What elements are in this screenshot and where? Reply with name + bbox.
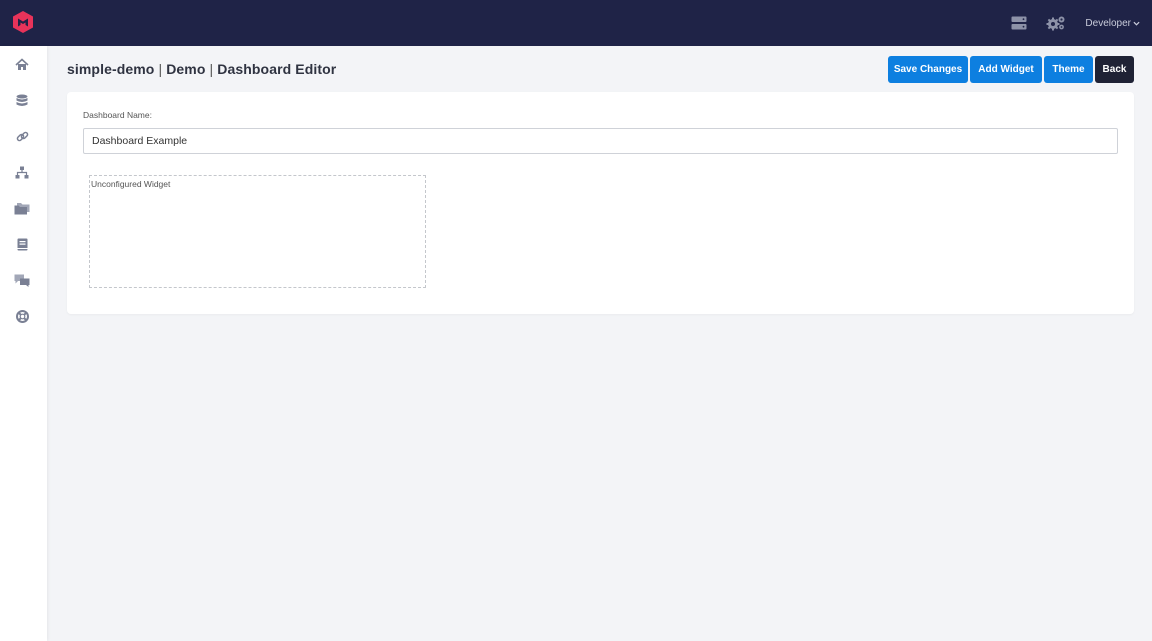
title-app: Demo (166, 61, 206, 77)
theme-button[interactable]: Theme (1044, 56, 1093, 83)
lifebuoy-icon (15, 309, 29, 323)
back-button[interactable]: Back (1095, 56, 1134, 83)
link-icon (16, 131, 28, 141)
sidebar-item-folders[interactable] (14, 200, 30, 216)
page-title: simple-demo | Demo | Dashboard Editor (67, 61, 336, 77)
dashboard-name-label: Dashboard Name: (83, 110, 152, 120)
database-icon (16, 94, 28, 106)
sidebar-item-home[interactable] (14, 56, 30, 72)
widget-title: Unconfigured Widget (91, 179, 171, 189)
sidebar-item-database[interactable] (14, 92, 30, 108)
servers-icon[interactable] (1011, 15, 1027, 31)
save-changes-button[interactable]: Save Changes (888, 56, 968, 83)
brand-logo[interactable] (11, 10, 35, 34)
user-menu-label: Developer (1085, 17, 1131, 29)
dashboard-name-input[interactable] (83, 128, 1118, 154)
sidebar-item-network[interactable] (14, 164, 30, 180)
sidebar-item-connections[interactable] (14, 128, 30, 144)
dashboard-editor-card: Dashboard Name: Unconfigured Widget (67, 92, 1134, 314)
widget-placeholder[interactable]: Unconfigured Widget (89, 175, 426, 288)
title-project: simple-demo (67, 61, 155, 77)
home-icon (15, 57, 29, 70)
sidebar-item-messages[interactable] (14, 272, 30, 288)
add-widget-button[interactable]: Add Widget (970, 56, 1042, 83)
sidebar-item-support[interactable] (14, 308, 30, 324)
folder-icon (14, 202, 30, 214)
title-separator: | (158, 61, 163, 77)
top-navbar: Developer (0, 0, 1152, 46)
user-menu[interactable]: Developer (1085, 18, 1140, 29)
title-view: Dashboard Editor (217, 61, 337, 77)
sidebar-item-docs[interactable] (14, 236, 30, 252)
title-separator: | (209, 61, 214, 77)
chevron-down-icon (1133, 21, 1140, 26)
chat-icon (14, 274, 30, 287)
navbar-actions: Developer (1011, 0, 1152, 46)
sitemap-icon (15, 166, 29, 178)
gear-icon[interactable] (1046, 15, 1066, 31)
book-icon (17, 238, 27, 250)
sidebar (0, 46, 47, 641)
